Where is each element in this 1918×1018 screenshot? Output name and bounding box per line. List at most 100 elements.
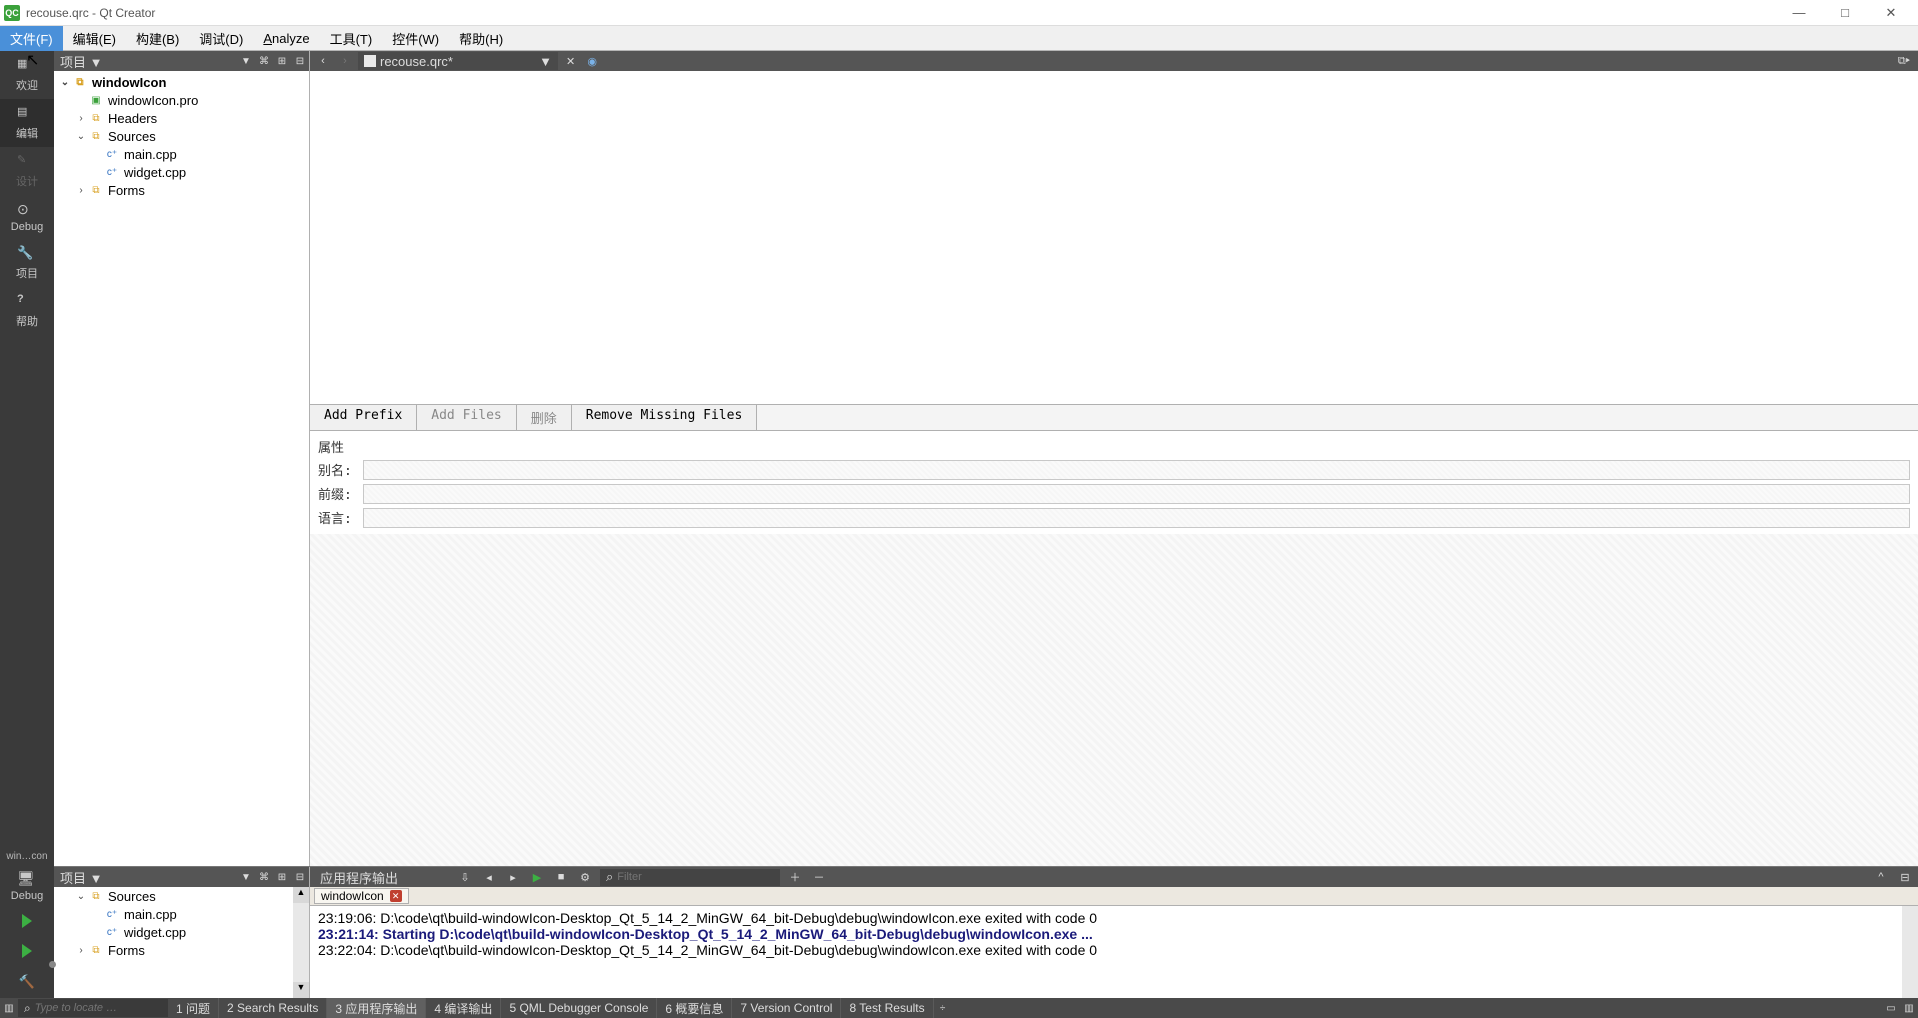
resource-tree-view[interactable] xyxy=(310,71,1918,404)
mode-projects[interactable]: 项目 xyxy=(0,239,54,287)
kit-selector[interactable]: Debug xyxy=(0,866,54,906)
add-split-icon[interactable]: ⊞ xyxy=(273,56,291,67)
output-zoom-out-icon[interactable]: － xyxy=(810,869,828,885)
earth-icon[interactable]: ◉ xyxy=(583,55,601,68)
output-maximize-icon[interactable]: ^ xyxy=(1872,871,1890,883)
menu-build[interactable]: 构建(B) xyxy=(126,26,189,51)
delete-button[interactable]: 删除 xyxy=(517,405,572,430)
output-text[interactable]: 23:19:06: D:\code\qt\build-windowIcon-De… xyxy=(310,906,1918,998)
menu-debug[interactable]: 调试(D) xyxy=(189,26,253,51)
tree-headers[interactable]: › ⧉ Headers xyxy=(54,109,309,127)
output-filter[interactable]: ⌕ xyxy=(600,869,780,886)
expander-icon[interactable]: ⌄ xyxy=(58,77,72,88)
monitor-icon xyxy=(17,870,37,888)
close-output-icon[interactable]: ÷ xyxy=(934,1003,952,1014)
add-split-icon[interactable]: ⊞ xyxy=(273,872,291,883)
maximize-button[interactable]: □ xyxy=(1832,5,1858,21)
navigator-view-selector[interactable]: 项目 ▼ xyxy=(54,52,237,71)
tree-pro-file[interactable]: ▣ windowIcon.pro xyxy=(54,91,309,109)
link-icon[interactable]: ⌘ xyxy=(255,872,273,883)
tree-widget-cpp-bottom[interactable]: c⁺ widget.cpp xyxy=(54,923,309,941)
status-test-results[interactable]: 8 Test Results xyxy=(841,998,933,1018)
mode-design[interactable]: 设计 xyxy=(0,147,54,195)
prefix-input[interactable] xyxy=(363,484,1910,504)
output-settings-icon[interactable]: ⚙ xyxy=(576,871,594,884)
status-app-output[interactable]: 3 应用程序输出 xyxy=(327,998,426,1018)
status-qml-debugger[interactable]: 5 QML Debugger Console xyxy=(501,998,657,1018)
mode-debug[interactable]: Debug xyxy=(0,195,54,239)
navigator-bottom-view-selector[interactable]: 项目 ▼ xyxy=(54,868,237,887)
menu-widgets[interactable]: 控件(W) xyxy=(382,26,449,51)
menu-analyze[interactable]: Analyze xyxy=(253,28,319,49)
output-filter-input[interactable] xyxy=(617,871,757,883)
run-button[interactable] xyxy=(0,906,54,936)
scroll-down-icon[interactable]: ▼ xyxy=(293,982,309,998)
tree-forms[interactable]: › ⧉ Forms xyxy=(54,181,309,199)
right-sidebar-toggle-icon[interactable]: ▥ xyxy=(1900,1003,1918,1014)
split-editor-button[interactable]: ⧉▸ xyxy=(1894,55,1914,68)
close-button[interactable]: ✕ xyxy=(1878,5,1904,21)
expander-icon[interactable]: ⌄ xyxy=(74,891,88,902)
mode-help[interactable]: 帮助 xyxy=(0,287,54,335)
minimize-button[interactable]: — xyxy=(1786,5,1812,21)
remove-missing-files-button[interactable]: Remove Missing Files xyxy=(572,405,758,430)
close-split-icon[interactable]: ⊟ xyxy=(291,872,309,883)
tree-project-root[interactable]: ⌄ ⧉ windowIcon xyxy=(54,73,309,91)
tree-widget-cpp[interactable]: c⁺ widget.cpp xyxy=(54,163,309,181)
output-stop-icon[interactable]: ■ xyxy=(552,871,570,883)
status-search-results[interactable]: 2 Search Results xyxy=(219,998,327,1018)
alias-input[interactable] xyxy=(363,460,1910,480)
status-version-control[interactable]: 7 Version Control xyxy=(732,998,841,1018)
close-document-button[interactable]: ✕ xyxy=(562,55,579,68)
menu-help[interactable]: 帮助(H) xyxy=(449,26,513,51)
output-next-icon[interactable]: ▸ xyxy=(504,871,522,884)
status-compile-output[interactable]: 4 编译输出 xyxy=(426,998,501,1018)
tree-main-cpp-bottom[interactable]: c⁺ main.cpp xyxy=(54,905,309,923)
output-zoom-in-icon[interactable]: ＋ xyxy=(786,869,804,885)
menu-edit[interactable]: 编辑(E) xyxy=(63,26,126,51)
output-close-icon[interactable]: ⊟ xyxy=(1896,871,1914,884)
output-run-icon[interactable]: ▶ xyxy=(528,871,546,884)
nav-back-button[interactable]: ‹ xyxy=(314,55,332,67)
tree-sources[interactable]: ⌄ ⧉ Sources xyxy=(54,127,309,145)
language-input[interactable] xyxy=(363,508,1910,528)
expander-icon[interactable]: ⌄ xyxy=(74,131,88,142)
output-attach-icon[interactable]: ⇩ xyxy=(456,871,474,884)
add-files-button[interactable]: Add Files xyxy=(417,405,516,430)
open-document-selector[interactable]: recouse.qrc* ▼ xyxy=(358,52,558,70)
status-general[interactable]: 6 概要信息 xyxy=(657,998,732,1018)
tree-bottom-scrollbar[interactable]: ▲ ▼ xyxy=(293,887,309,998)
project-tree-bottom[interactable]: ⌄ ⧉ Sources c⁺ main.cpp c⁺ widget.cpp xyxy=(54,887,309,998)
filter-icon[interactable]: ▼ xyxy=(237,872,255,883)
output-tab[interactable]: windowIcon ✕ xyxy=(314,888,409,904)
link-icon[interactable]: ⌘ xyxy=(255,56,273,67)
tree-sources-bottom[interactable]: ⌄ ⧉ Sources xyxy=(54,887,309,905)
nav-forward-button[interactable]: › xyxy=(336,55,354,67)
close-tab-icon[interactable]: ✕ xyxy=(390,890,402,902)
tree-main-cpp[interactable]: c⁺ main.cpp xyxy=(54,145,309,163)
add-prefix-button[interactable]: Add Prefix xyxy=(310,405,417,430)
output-prev-icon[interactable]: ◂ xyxy=(480,871,498,884)
mode-edit[interactable]: 编辑 xyxy=(0,99,54,147)
expander-icon[interactable]: › xyxy=(74,113,88,124)
output-scrollbar[interactable] xyxy=(1902,906,1918,998)
expander-icon[interactable]: › xyxy=(74,185,88,196)
build-button[interactable] xyxy=(0,966,54,998)
locator-input[interactable] xyxy=(35,1002,145,1014)
expander-icon[interactable]: › xyxy=(74,945,88,956)
scroll-track[interactable] xyxy=(293,903,309,982)
scroll-up-icon[interactable]: ▲ xyxy=(293,887,309,903)
close-split-icon[interactable]: ⊟ xyxy=(291,56,309,67)
menu-tools[interactable]: 工具(T) xyxy=(320,26,383,51)
menu-file[interactable]: 文件(F) xyxy=(0,26,63,51)
status-issues[interactable]: 1 问题 xyxy=(168,998,219,1018)
tree-forms-bottom[interactable]: › ⧉ Forms xyxy=(54,941,309,959)
sidebar-toggle-icon[interactable]: ▥ xyxy=(0,1003,18,1014)
progress-indicator-icon[interactable]: ▭ xyxy=(1882,1003,1900,1014)
debug-run-button[interactable] xyxy=(0,936,54,966)
window-title: recouse.qrc - Qt Creator xyxy=(26,6,1786,20)
locator[interactable]: ⌕ xyxy=(18,999,168,1017)
project-tree[interactable]: ⌄ ⧉ windowIcon ▣ windowIcon.pro › ⧉ Head… xyxy=(54,71,309,866)
mode-welcome[interactable]: 欢迎 xyxy=(0,51,54,99)
filter-icon[interactable]: ▼ xyxy=(237,56,255,67)
